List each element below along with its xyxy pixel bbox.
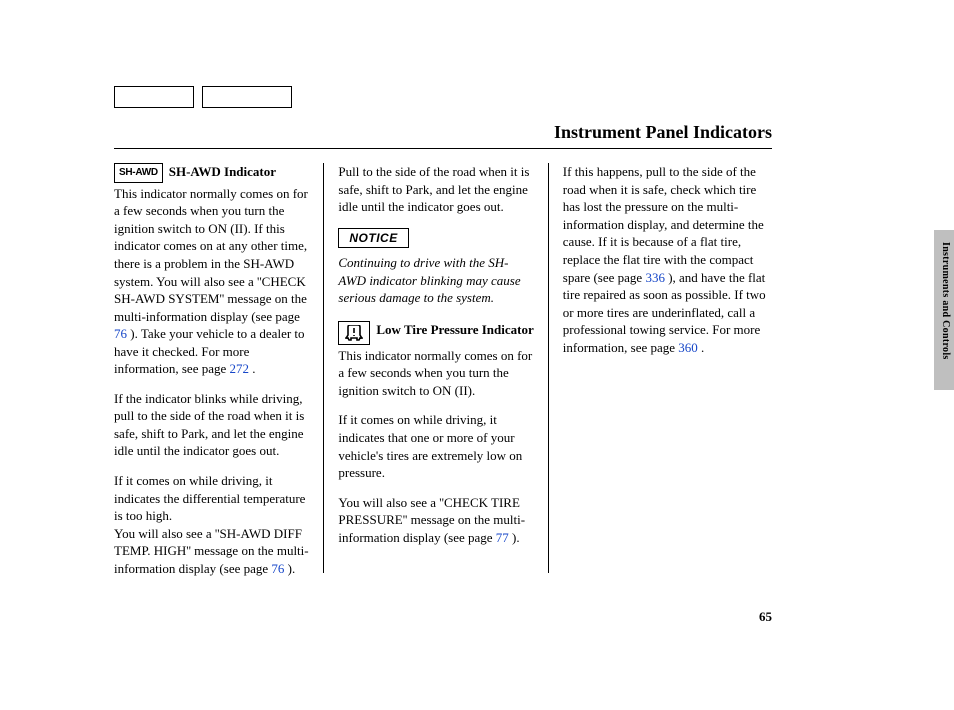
column-separator (323, 163, 324, 573)
body-text: You will also see a ''SH-AWD DIFF TEMP. … (114, 525, 309, 578)
tire-heading: Low Tire Pressure Indicator (376, 321, 533, 339)
page-link[interactable]: 360 (678, 340, 698, 355)
header-placeholder-boxes (114, 86, 772, 108)
page-link[interactable]: 272 (230, 361, 250, 376)
body-text: This indicator normally comes on for a f… (114, 185, 309, 378)
column-1: SH-AWD SH-AWD Indicator This indicator n… (114, 163, 323, 589)
placeholder-box (114, 86, 194, 108)
column-separator (548, 163, 549, 573)
page-title: Instrument Panel Indicators (114, 120, 772, 144)
body-text: Pull to the side of the road when it is … (338, 163, 533, 216)
page-link[interactable]: 77 (496, 530, 509, 545)
body-text: If the indicator blinks while driving, p… (114, 390, 309, 460)
column-3: If this happens, pull to the side of the… (563, 163, 772, 589)
placeholder-box (202, 86, 292, 108)
body-text: You will also see a ''CHECK TIRE PRESSUR… (338, 494, 533, 547)
notice-text: Continuing to drive with the SH-AWD indi… (338, 254, 533, 307)
page-link[interactable]: 76 (271, 561, 284, 576)
page-number: 65 (759, 608, 772, 626)
section-label: Instruments and Controls (939, 242, 953, 360)
notice-label: NOTICE (338, 228, 408, 248)
body-text: If this happens, pull to the side of the… (563, 163, 772, 356)
body-text: This indicator normally comes on for a f… (338, 347, 533, 400)
page-link[interactable]: 76 (114, 326, 127, 341)
shawd-heading: SH-AWD Indicator (169, 163, 276, 181)
column-2: Pull to the side of the road when it is … (338, 163, 547, 589)
shawd-icon: SH-AWD (114, 163, 163, 183)
page-content: Instrument Panel Indicators SH-AWD SH-AW… (114, 86, 772, 589)
tire-pressure-icon (338, 321, 370, 345)
title-row: Instrument Panel Indicators (114, 120, 772, 149)
body-text: If it comes on while driving, it indicat… (114, 472, 309, 525)
body-text: If it comes on while driving, it indicat… (338, 411, 533, 481)
page-link[interactable]: 336 (645, 270, 665, 285)
